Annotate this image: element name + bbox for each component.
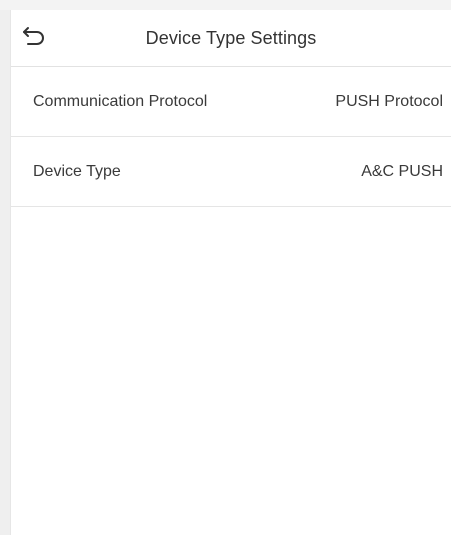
setting-value: PUSH Protocol: [335, 92, 443, 110]
setting-label: Communication Protocol: [33, 92, 208, 110]
setting-row-communication-protocol[interactable]: Communication Protocol PUSH Protocol: [11, 67, 451, 137]
back-arrow-icon: [22, 25, 46, 52]
setting-value: A&C PUSH: [361, 162, 443, 180]
header-bar: Device Type Settings: [11, 10, 451, 67]
device-screen: Device Type Settings Communication Proto…: [10, 10, 451, 535]
page-title: Device Type Settings: [145, 27, 317, 48]
setting-label: Device Type: [33, 162, 121, 180]
back-button[interactable]: [20, 24, 48, 52]
top-strip: [0, 0, 451, 10]
setting-row-device-type[interactable]: Device Type A&C PUSH: [11, 137, 451, 207]
